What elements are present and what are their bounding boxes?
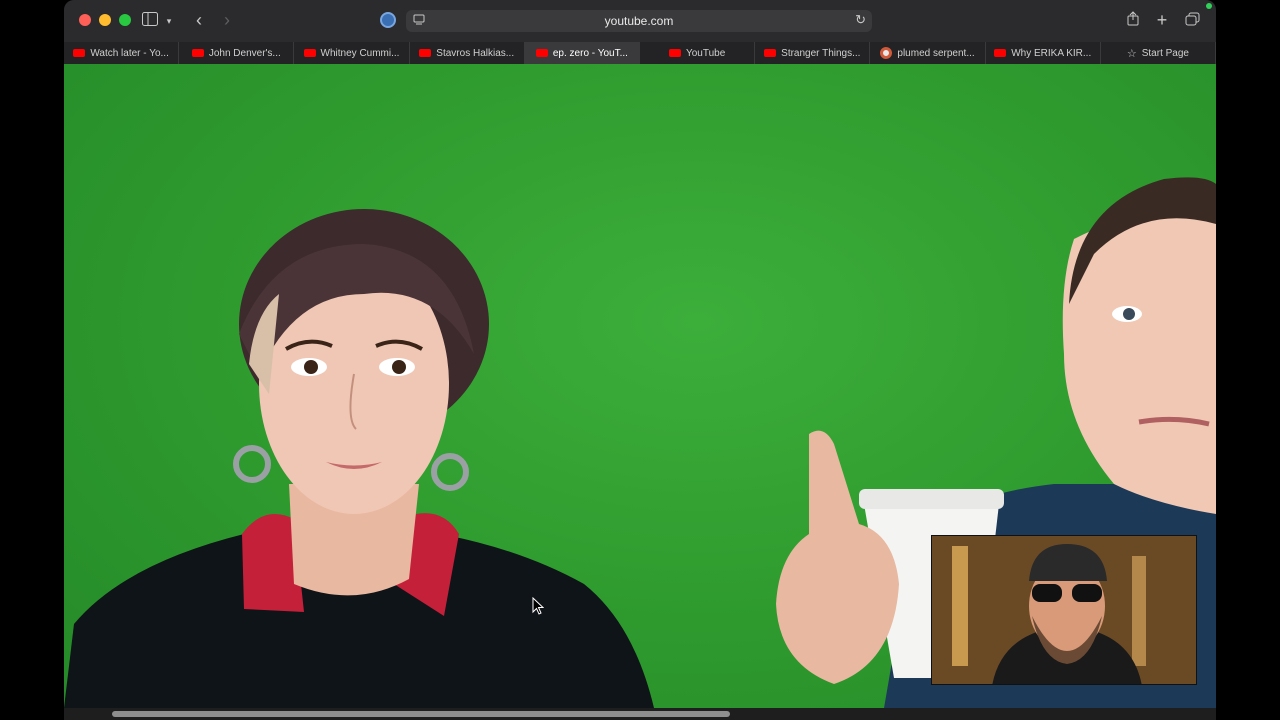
new-tab-icon[interactable]: + — [1151, 10, 1173, 30]
tab-5[interactable]: YouTube — [640, 42, 756, 64]
back-icon[interactable]: ‹ — [188, 10, 210, 30]
tab-3[interactable]: Stavros Halkias... — [410, 42, 525, 64]
youtube-icon — [764, 49, 777, 57]
youtube-icon — [303, 49, 316, 57]
browser-window: ▾ ‹ › youtube.com ↻ + Watch later - Yo..… — [64, 0, 1216, 720]
tab-label: Whitney Cummi... — [320, 47, 400, 59]
tab-6[interactable]: Stranger Things... — [755, 42, 871, 64]
mouse-cursor-icon — [532, 597, 544, 615]
youtube-icon — [191, 49, 204, 57]
tab-9[interactable]: ☆ Start Page — [1101, 42, 1216, 64]
tab-overview-icon[interactable] — [1181, 11, 1203, 31]
minimize-window-button[interactable] — [99, 14, 111, 26]
recording-indicator — [1206, 3, 1212, 9]
tab-label: ep. zero - YouT... — [552, 47, 628, 59]
window-controls — [79, 14, 131, 26]
duckduckgo-icon — [880, 47, 893, 59]
tab-4[interactable]: ep. zero - YouT... — [524, 42, 641, 64]
toolbar: ▾ ‹ › youtube.com ↻ + — [64, 0, 1216, 42]
address-text: youtube.com — [604, 14, 674, 28]
youtube-icon — [535, 49, 548, 57]
tab-label: Why ERIKA KIR... — [1011, 47, 1092, 59]
sidebar-toggle-icon[interactable] — [139, 11, 161, 31]
address-bar[interactable]: youtube.com ↻ — [406, 10, 872, 32]
horizontal-scrollbar[interactable] — [64, 708, 1216, 720]
tab-label: plumed serpent... — [897, 47, 975, 59]
scrollbar-thumb[interactable] — [112, 711, 730, 717]
tab-label: Stranger Things... — [781, 47, 861, 59]
youtube-icon — [73, 49, 86, 57]
close-window-button[interactable] — [79, 14, 91, 26]
star-icon: ☆ — [1126, 47, 1137, 60]
tab-0[interactable]: Watch later - Yo... — [64, 42, 180, 64]
share-icon[interactable] — [1122, 11, 1144, 31]
zoom-window-button[interactable] — [119, 14, 131, 26]
privacy-shield-icon[interactable] — [380, 12, 396, 28]
youtube-icon — [668, 49, 681, 57]
tab-1[interactable]: John Denver's... — [179, 42, 295, 64]
tab-label: John Denver's... — [208, 47, 281, 59]
tab-label: Start Page — [1141, 47, 1189, 59]
tab-bar: Watch later - Yo... John Denver's... Whitn… — [64, 42, 1216, 64]
tab-label: Stavros Halkias... — [436, 47, 515, 59]
page-menu-icon[interactable] — [412, 13, 428, 29]
reload-icon[interactable]: ↻ — [855, 12, 866, 28]
forward-icon[interactable]: › — [216, 10, 238, 30]
webcam-overlay — [931, 535, 1197, 685]
webcam-image — [932, 536, 1196, 684]
tab-label: Watch later - Yo... — [90, 47, 169, 59]
video-player[interactable] — [64, 64, 1216, 708]
tab-label: YouTube — [685, 47, 726, 59]
youtube-icon — [994, 49, 1007, 57]
tab-2[interactable]: Whitney Cummi... — [294, 42, 410, 64]
youtube-icon — [419, 49, 432, 57]
tab-7[interactable]: plumed serpent... — [870, 42, 986, 64]
tab-8[interactable]: Why ERIKA KIR... — [986, 42, 1101, 64]
chevron-down-icon[interactable]: ▾ — [162, 11, 176, 31]
